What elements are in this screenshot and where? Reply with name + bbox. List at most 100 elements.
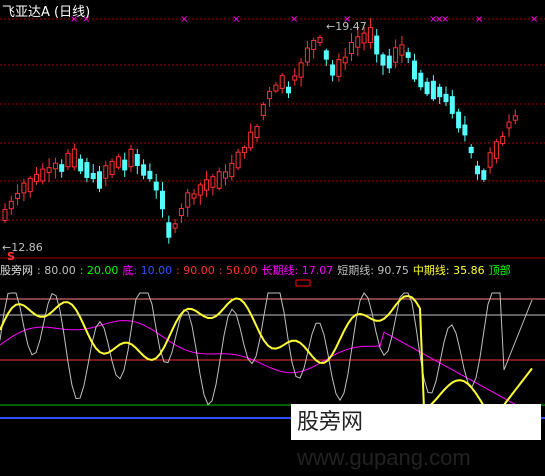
candle-body <box>336 59 342 77</box>
price-grid <box>0 18 545 259</box>
candle-body <box>380 54 386 66</box>
level-10: : 10.00 <box>133 264 173 277</box>
candle-body <box>166 222 172 238</box>
candle-body <box>361 32 367 44</box>
indicator-legend: 股旁网: 80.00: 20.00 底: 10.00: 90.00: 50.00 长… <box>0 262 545 278</box>
signal-marker: × <box>475 14 483 25</box>
level-80: : 80.00 <box>37 264 76 277</box>
top-label: 顶部 <box>488 264 511 277</box>
signal-marker: × <box>530 14 538 25</box>
candle-body <box>443 93 449 103</box>
candle-body <box>349 42 354 54</box>
candle-body <box>197 184 203 196</box>
candle-body <box>260 104 266 116</box>
candle-body <box>412 60 417 80</box>
candle-body <box>418 72 424 88</box>
candle-body <box>235 151 241 169</box>
top-marker-box <box>295 279 311 287</box>
candle-body <box>71 148 77 168</box>
candle-body <box>475 165 480 175</box>
candle-body <box>229 162 235 178</box>
level-20: : 20.00 <box>79 264 119 277</box>
candle-body <box>241 146 247 154</box>
candle-body <box>323 50 329 60</box>
candle-body <box>481 170 487 180</box>
short-term-label: 短期线: 90.75 <box>337 264 409 277</box>
candle-body <box>267 90 273 100</box>
candle-body <box>487 152 493 168</box>
candle-body <box>298 62 304 78</box>
signal-marker: × <box>232 14 240 25</box>
candle-body <box>109 160 115 176</box>
candle-body <box>216 171 222 189</box>
candle-body <box>90 172 96 180</box>
candle-body <box>342 56 348 64</box>
candle-body <box>21 182 27 194</box>
stock-chart: × × × × × × ××× × × <box>0 14 545 419</box>
candle-body <box>59 164 65 172</box>
high-price-value: 19.47 <box>335 20 367 33</box>
candle-body <box>160 190 165 210</box>
long-term-label: 长期线: 17.07 <box>261 264 334 277</box>
indicator-name: 股旁网 <box>0 264 33 277</box>
candle-body <box>185 192 191 208</box>
level-90: : 90.00 <box>176 264 215 277</box>
watermark: 股旁网 www.gupang.com <box>291 404 541 470</box>
candle-body <box>292 75 298 81</box>
candle-body <box>141 164 147 176</box>
candle-body <box>204 179 210 191</box>
candle-body <box>147 170 153 180</box>
candle-body <box>506 121 512 129</box>
high-price-label: ←19.47 <box>326 20 367 33</box>
high-arrow-icon: ← <box>326 20 336 33</box>
candle-body <box>286 86 291 94</box>
candle-body <box>405 52 411 58</box>
signal-marker: × <box>441 14 449 25</box>
low-price-value: 12.86 <box>11 241 43 254</box>
candle-body <box>254 126 260 138</box>
candle-body <box>248 131 254 149</box>
candle-body <box>134 154 140 166</box>
candle-body <box>40 168 46 182</box>
candle-body <box>355 36 361 48</box>
candle-body <box>449 96 455 114</box>
candle-body <box>437 86 443 98</box>
candle-body <box>34 173 39 183</box>
candle-body <box>424 81 430 95</box>
candle-body <box>122 159 128 171</box>
candle-body <box>500 135 506 145</box>
candle-body <box>456 111 462 129</box>
candle-body <box>367 26 373 44</box>
candle-body <box>191 193 197 199</box>
candle-body <box>430 80 436 100</box>
candle-body <box>311 39 317 51</box>
candle-body <box>210 176 216 188</box>
candle-body <box>84 162 90 178</box>
candle-body <box>468 146 474 154</box>
candle-body <box>115 156 121 168</box>
candle-body <box>97 171 102 189</box>
candle-body <box>8 200 14 210</box>
indicator-grid <box>0 298 545 419</box>
candle-body <box>27 177 33 193</box>
candle-body <box>399 44 405 56</box>
candle-body <box>178 207 184 217</box>
candle-body <box>512 115 518 121</box>
candle-body <box>386 55 392 69</box>
candle-body <box>128 148 134 168</box>
candle-body <box>172 223 178 229</box>
candle-body <box>493 141 499 159</box>
candle-body <box>52 162 58 170</box>
candle-body <box>65 152 71 168</box>
candle-body <box>153 181 159 191</box>
signal-marker: × <box>180 14 188 25</box>
candle-body <box>279 75 285 89</box>
candle-body <box>374 35 380 55</box>
candle-body <box>304 47 310 63</box>
candle-body <box>330 64 336 76</box>
candlestick-series <box>2 18 518 244</box>
candle-body <box>46 167 52 173</box>
candle-body <box>78 158 84 172</box>
level-bottom-label: 底 <box>122 264 134 277</box>
candle-body <box>273 84 279 92</box>
